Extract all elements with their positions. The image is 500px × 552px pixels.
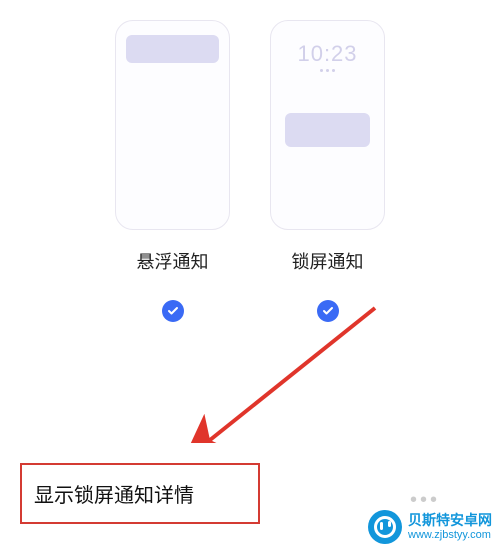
brand-logo-icon [368, 510, 402, 544]
lockscreen-preview: 10:23 [270, 20, 385, 230]
check-icon [317, 300, 339, 322]
banner-icon [126, 35, 219, 63]
lock-banner-icon [285, 113, 370, 147]
option-floating[interactable]: 悬浮通知 [115, 20, 230, 322]
floating-preview [115, 20, 230, 230]
setting-show-lockscreen-details[interactable]: 显示锁屏通知详情 [20, 463, 260, 524]
toggle-icon[interactable]: ••• [410, 489, 440, 512]
notification-style-options: 悬浮通知 10:23 锁屏通知 [0, 0, 500, 322]
lock-time: 10:23 [271, 41, 384, 67]
option-floating-label: 悬浮通知 [137, 248, 209, 274]
watermark-title: 贝斯特安卓网 [408, 513, 492, 528]
watermark: 贝斯特安卓网 www.zjbstyy.com [368, 510, 492, 544]
option-lockscreen[interactable]: 10:23 锁屏通知 [270, 20, 385, 322]
check-icon [162, 300, 184, 322]
annotation-arrow-icon [190, 300, 390, 455]
lock-dots-icon [271, 69, 384, 72]
watermark-url: www.zjbstyy.com [408, 529, 492, 541]
setting-label: 显示锁屏通知详情 [34, 485, 194, 507]
option-lockscreen-label: 锁屏通知 [292, 248, 364, 274]
